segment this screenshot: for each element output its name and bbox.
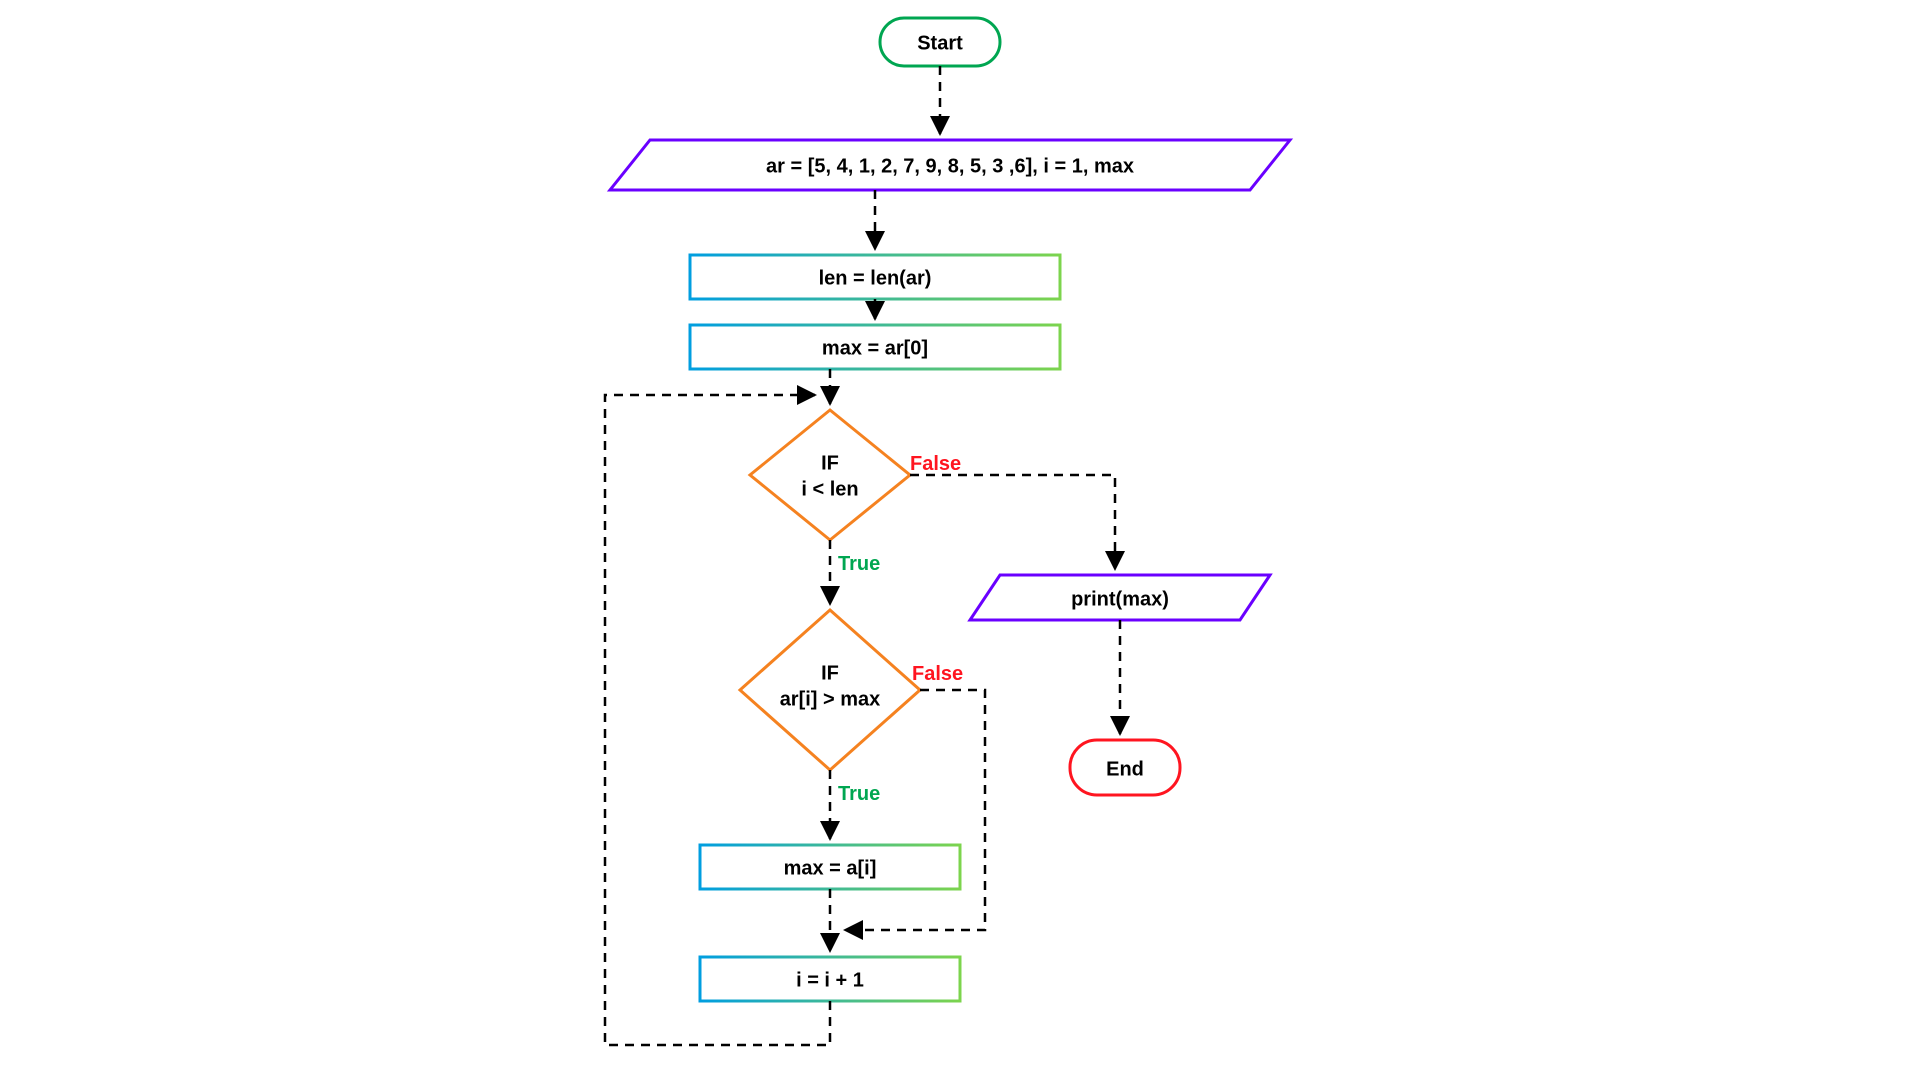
node-increment: i = i + 1 [700, 957, 960, 1001]
node-decision-ilen: IF i < len [750, 410, 910, 540]
node-assign-max: max = a[i] [700, 845, 960, 889]
node-len: len = len(ar) [690, 255, 1060, 299]
node-max-init: max = ar[0] [690, 325, 1060, 369]
node-input: ar = [5, 4, 1, 2, 7, 9, 8, 5, 3 ,6], i =… [610, 140, 1290, 190]
edge-d1-false [910, 475, 1115, 569]
flowchart-canvas: Start ar = [5, 4, 1, 2, 7, 9, 8, 5, 3 ,6… [0, 0, 1920, 1080]
node-end: End [1070, 740, 1180, 795]
node-decision-compare: IF ar[i] > max [740, 610, 920, 770]
d2-true-label: True [838, 783, 880, 805]
d1-true-label: True [838, 553, 880, 575]
end-label: End [1106, 758, 1144, 780]
len-label: len = len(ar) [819, 267, 932, 289]
d1-false-label: False [910, 453, 961, 475]
node-output: print(max) [970, 575, 1270, 620]
d2-false-label: False [912, 663, 963, 685]
decision2-line2: ar[i] > max [780, 688, 881, 710]
output-label: print(max) [1071, 588, 1169, 610]
input-label: ar = [5, 4, 1, 2, 7, 9, 8, 5, 3 ,6], i =… [766, 155, 1134, 177]
increment-label: i = i + 1 [796, 969, 864, 991]
decision2-line1: IF [821, 662, 839, 684]
start-label: Start [917, 32, 963, 54]
assign-max-label: max = a[i] [784, 857, 877, 879]
max-init-label: max = ar[0] [822, 337, 928, 359]
node-start: Start [880, 18, 1000, 66]
decision1-line1: IF [821, 452, 839, 474]
decision1-line2: i < len [801, 478, 858, 500]
